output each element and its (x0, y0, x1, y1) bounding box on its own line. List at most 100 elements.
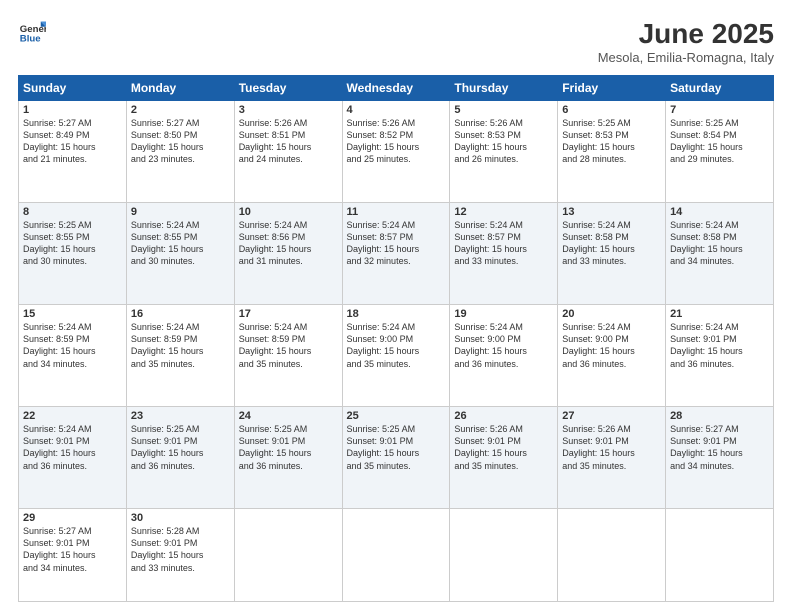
day-number: 18 (347, 308, 446, 320)
day-number: 16 (131, 308, 230, 320)
table-row: 23Sunrise: 5:25 AM Sunset: 9:01 PM Dayli… (126, 407, 234, 509)
cell-sun-info: Sunrise: 5:27 AM Sunset: 8:50 PM Dayligh… (131, 117, 230, 166)
month-title: June 2025 (598, 18, 774, 50)
day-number: 28 (670, 410, 769, 422)
day-number: 12 (454, 206, 553, 218)
table-row: 7Sunrise: 5:25 AM Sunset: 8:54 PM Daylig… (666, 101, 774, 203)
table-row: 12Sunrise: 5:24 AM Sunset: 8:57 PM Dayli… (450, 203, 558, 305)
cell-sun-info: Sunrise: 5:26 AM Sunset: 9:01 PM Dayligh… (454, 423, 553, 472)
header-row: Sunday Monday Tuesday Wednesday Thursday… (19, 76, 774, 101)
table-row: 5Sunrise: 5:26 AM Sunset: 8:53 PM Daylig… (450, 101, 558, 203)
cell-sun-info: Sunrise: 5:27 AM Sunset: 9:01 PM Dayligh… (23, 525, 122, 574)
table-row: 18Sunrise: 5:24 AM Sunset: 9:00 PM Dayli… (342, 305, 450, 407)
table-row: 14Sunrise: 5:24 AM Sunset: 8:58 PM Dayli… (666, 203, 774, 305)
col-thursday: Thursday (450, 76, 558, 101)
table-row (666, 509, 774, 602)
col-sunday: Sunday (19, 76, 127, 101)
cell-sun-info: Sunrise: 5:25 AM Sunset: 9:01 PM Dayligh… (131, 423, 230, 472)
day-number: 3 (239, 104, 338, 116)
table-row (558, 509, 666, 602)
calendar-week-row: 22Sunrise: 5:24 AM Sunset: 9:01 PM Dayli… (19, 407, 774, 509)
table-row: 1Sunrise: 5:27 AM Sunset: 8:49 PM Daylig… (19, 101, 127, 203)
col-saturday: Saturday (666, 76, 774, 101)
table-row: 19Sunrise: 5:24 AM Sunset: 9:00 PM Dayli… (450, 305, 558, 407)
table-row: 16Sunrise: 5:24 AM Sunset: 8:59 PM Dayli… (126, 305, 234, 407)
cell-sun-info: Sunrise: 5:24 AM Sunset: 9:01 PM Dayligh… (670, 321, 769, 370)
day-number: 14 (670, 206, 769, 218)
cell-sun-info: Sunrise: 5:24 AM Sunset: 9:01 PM Dayligh… (23, 423, 122, 472)
page: General Blue June 2025 Mesola, Emilia-Ro… (0, 0, 792, 612)
cell-sun-info: Sunrise: 5:24 AM Sunset: 8:57 PM Dayligh… (454, 219, 553, 268)
table-row: 26Sunrise: 5:26 AM Sunset: 9:01 PM Dayli… (450, 407, 558, 509)
table-row: 21Sunrise: 5:24 AM Sunset: 9:01 PM Dayli… (666, 305, 774, 407)
calendar-week-row: 8Sunrise: 5:25 AM Sunset: 8:55 PM Daylig… (19, 203, 774, 305)
table-row: 10Sunrise: 5:24 AM Sunset: 8:56 PM Dayli… (234, 203, 342, 305)
table-row: 25Sunrise: 5:25 AM Sunset: 9:01 PM Dayli… (342, 407, 450, 509)
cell-sun-info: Sunrise: 5:24 AM Sunset: 8:58 PM Dayligh… (670, 219, 769, 268)
cell-sun-info: Sunrise: 5:26 AM Sunset: 8:52 PM Dayligh… (347, 117, 446, 166)
svg-text:Blue: Blue (20, 34, 41, 45)
day-number: 9 (131, 206, 230, 218)
day-number: 25 (347, 410, 446, 422)
cell-sun-info: Sunrise: 5:24 AM Sunset: 9:00 PM Dayligh… (454, 321, 553, 370)
cell-sun-info: Sunrise: 5:26 AM Sunset: 9:01 PM Dayligh… (562, 423, 661, 472)
day-number: 30 (131, 512, 230, 524)
cell-sun-info: Sunrise: 5:26 AM Sunset: 8:51 PM Dayligh… (239, 117, 338, 166)
day-number: 4 (347, 104, 446, 116)
col-friday: Friday (558, 76, 666, 101)
day-number: 13 (562, 206, 661, 218)
table-row: 4Sunrise: 5:26 AM Sunset: 8:52 PM Daylig… (342, 101, 450, 203)
calendar-week-row: 29Sunrise: 5:27 AM Sunset: 9:01 PM Dayli… (19, 509, 774, 602)
table-row: 29Sunrise: 5:27 AM Sunset: 9:01 PM Dayli… (19, 509, 127, 602)
header: General Blue June 2025 Mesola, Emilia-Ro… (18, 18, 774, 65)
table-row: 13Sunrise: 5:24 AM Sunset: 8:58 PM Dayli… (558, 203, 666, 305)
logo-icon: General Blue (18, 18, 46, 46)
day-number: 6 (562, 104, 661, 116)
cell-sun-info: Sunrise: 5:25 AM Sunset: 9:01 PM Dayligh… (239, 423, 338, 472)
day-number: 22 (23, 410, 122, 422)
day-number: 29 (23, 512, 122, 524)
col-wednesday: Wednesday (342, 76, 450, 101)
day-number: 19 (454, 308, 553, 320)
cell-sun-info: Sunrise: 5:28 AM Sunset: 9:01 PM Dayligh… (131, 525, 230, 574)
table-row: 2Sunrise: 5:27 AM Sunset: 8:50 PM Daylig… (126, 101, 234, 203)
day-number: 15 (23, 308, 122, 320)
day-number: 5 (454, 104, 553, 116)
location: Mesola, Emilia-Romagna, Italy (598, 50, 774, 65)
table-row: 11Sunrise: 5:24 AM Sunset: 8:57 PM Dayli… (342, 203, 450, 305)
cell-sun-info: Sunrise: 5:24 AM Sunset: 9:00 PM Dayligh… (347, 321, 446, 370)
day-number: 7 (670, 104, 769, 116)
cell-sun-info: Sunrise: 5:24 AM Sunset: 9:00 PM Dayligh… (562, 321, 661, 370)
cell-sun-info: Sunrise: 5:24 AM Sunset: 8:58 PM Dayligh… (562, 219, 661, 268)
day-number: 26 (454, 410, 553, 422)
cell-sun-info: Sunrise: 5:24 AM Sunset: 8:55 PM Dayligh… (131, 219, 230, 268)
table-row: 3Sunrise: 5:26 AM Sunset: 8:51 PM Daylig… (234, 101, 342, 203)
cell-sun-info: Sunrise: 5:24 AM Sunset: 8:56 PM Dayligh… (239, 219, 338, 268)
table-row: 8Sunrise: 5:25 AM Sunset: 8:55 PM Daylig… (19, 203, 127, 305)
cell-sun-info: Sunrise: 5:25 AM Sunset: 9:01 PM Dayligh… (347, 423, 446, 472)
cell-sun-info: Sunrise: 5:25 AM Sunset: 8:53 PM Dayligh… (562, 117, 661, 166)
cell-sun-info: Sunrise: 5:24 AM Sunset: 8:59 PM Dayligh… (131, 321, 230, 370)
day-number: 8 (23, 206, 122, 218)
cell-sun-info: Sunrise: 5:24 AM Sunset: 8:59 PM Dayligh… (23, 321, 122, 370)
cell-sun-info: Sunrise: 5:27 AM Sunset: 8:49 PM Dayligh… (23, 117, 122, 166)
table-row (234, 509, 342, 602)
calendar-week-row: 15Sunrise: 5:24 AM Sunset: 8:59 PM Dayli… (19, 305, 774, 407)
table-row: 28Sunrise: 5:27 AM Sunset: 9:01 PM Dayli… (666, 407, 774, 509)
cell-sun-info: Sunrise: 5:26 AM Sunset: 8:53 PM Dayligh… (454, 117, 553, 166)
logo: General Blue (18, 18, 46, 46)
calendar-table: Sunday Monday Tuesday Wednesday Thursday… (18, 75, 774, 602)
day-number: 27 (562, 410, 661, 422)
col-monday: Monday (126, 76, 234, 101)
day-number: 10 (239, 206, 338, 218)
day-number: 2 (131, 104, 230, 116)
calendar-week-row: 1Sunrise: 5:27 AM Sunset: 8:49 PM Daylig… (19, 101, 774, 203)
day-number: 23 (131, 410, 230, 422)
table-row: 6Sunrise: 5:25 AM Sunset: 8:53 PM Daylig… (558, 101, 666, 203)
title-section: June 2025 Mesola, Emilia-Romagna, Italy (598, 18, 774, 65)
table-row: 27Sunrise: 5:26 AM Sunset: 9:01 PM Dayli… (558, 407, 666, 509)
day-number: 1 (23, 104, 122, 116)
col-tuesday: Tuesday (234, 76, 342, 101)
cell-sun-info: Sunrise: 5:24 AM Sunset: 8:57 PM Dayligh… (347, 219, 446, 268)
day-number: 11 (347, 206, 446, 218)
